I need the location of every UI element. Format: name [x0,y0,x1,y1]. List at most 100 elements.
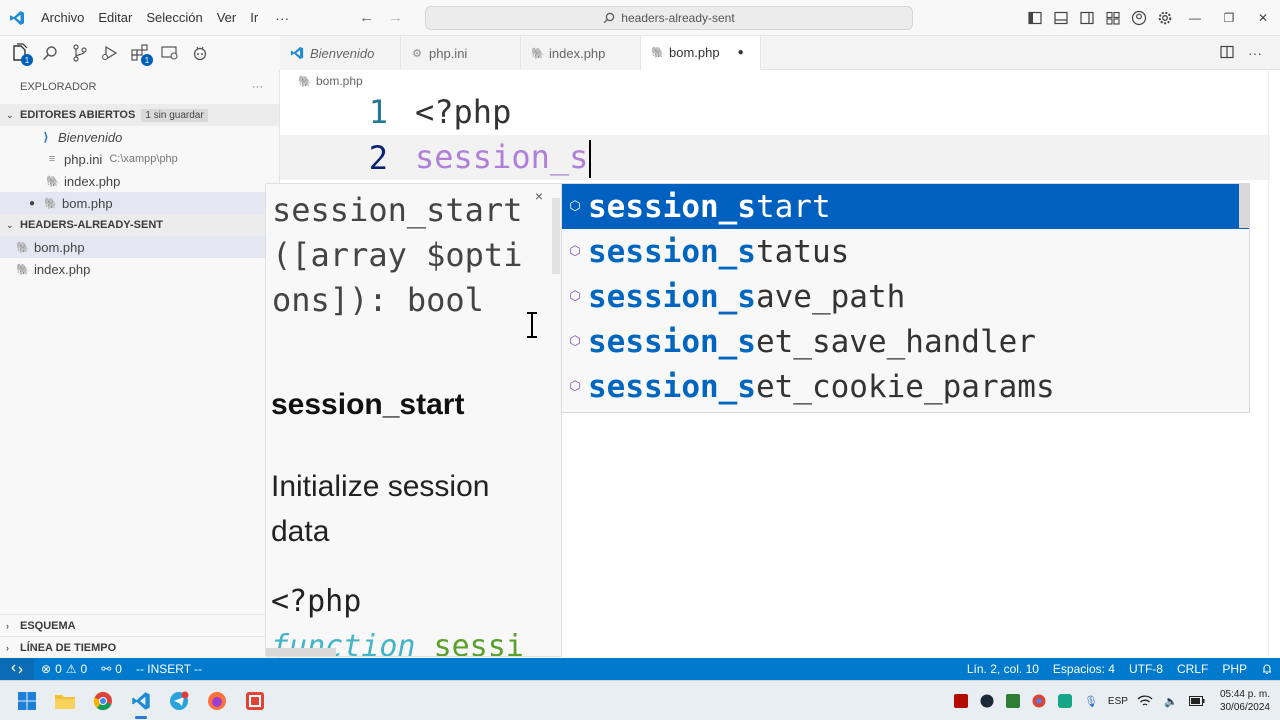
file-item-index-php[interactable]: 🐘 index.php [0,258,279,280]
source-control-icon[interactable] [68,39,92,67]
language-mode[interactable]: PHP [1215,662,1254,676]
unsaved-badge: 1 sin guardar [141,108,208,122]
split-editor-icon[interactable] [1220,45,1234,62]
suggestion-rest: et_cookie_params [755,368,1055,405]
warning-count: 0 [80,662,88,676]
docs-scrollbar[interactable] [552,198,560,274]
customize-layout-icon[interactable] [1100,0,1126,36]
sidebar: EXPLORADOR ··· ⌄ EDITORES ABIERTOS 1 sin… [0,70,280,658]
php-file-icon: 🐘 [44,197,58,210]
maximize-icon[interactable]: ❐ [1212,0,1246,36]
open-editor-label: php.ini [64,151,103,167]
account-icon[interactable] [1126,0,1152,36]
editor-scrollbar[interactable] [1268,70,1280,658]
cursor-position[interactable]: Lín. 2, col. 10 [960,662,1046,676]
adobe-tray-icon[interactable] [952,692,970,710]
minimize-icon[interactable]: — [1178,0,1212,36]
microphone-icon[interactable]: 🎙 [1082,692,1100,710]
unsaved-dot-icon[interactable]: ● [26,198,38,209]
vscode-taskbar-icon[interactable] [122,681,160,720]
system-clock[interactable]: 05:44 p. m. 30/06/2024 [1220,688,1270,714]
remote-explorer-icon[interactable] [158,39,182,67]
toggle-secondary-sidebar-icon[interactable] [1074,0,1100,36]
extensions-badge: 1 [141,54,153,66]
wifi-icon[interactable] [1136,692,1154,710]
gear-icon[interactable] [1152,0,1178,36]
indentation[interactable]: Espacios: 4 [1046,662,1122,676]
suggestion-item[interactable]: ⬡ session_s ave_path [562,274,1249,319]
open-editors-section[interactable]: ⌄ EDITORES ABIERTOS 1 sin guardar [0,104,279,126]
tab-bom-php[interactable]: 🐘 bom.php ● [641,36,761,70]
text-cursor-ibeam-icon [525,312,539,338]
more-actions-icon[interactable]: ··· [1248,45,1262,61]
windows-start-icon[interactable] [8,681,46,720]
suggestions-scrollbar[interactable] [1239,184,1249,228]
tab-bienvenido[interactable]: Bienvenido [280,36,401,70]
open-editor-item-index-php[interactable]: 🐘 index.php [0,170,279,192]
problems-indicator[interactable]: ⊗ 0 ⚠ 0 [34,662,94,676]
telegram-icon[interactable] [160,681,198,720]
explorer-icon[interactable]: 1 [8,39,33,67]
menu-more-button[interactable]: ··· [265,10,299,26]
app-green-tray-icon[interactable] [1004,692,1022,710]
chrome-tray-icon[interactable] [1030,692,1048,710]
open-editor-item-bienvenido[interactable]: ⟩ Bienvenido [0,126,279,148]
open-editor-item-bom-php[interactable]: ● 🐘 bom.php [0,192,279,214]
forward-arrow-icon[interactable]: → [388,9,403,26]
steam-tray-icon[interactable] [978,692,996,710]
end-of-line[interactable]: CRLF [1170,662,1215,676]
tab-label: php.ini [429,45,468,61]
remote-indicator-icon[interactable] [0,658,34,680]
menu-seleccion[interactable]: Selección [139,0,209,36]
menu-archivo[interactable]: Archivo [34,0,91,36]
volume-icon[interactable]: 🔈 [1162,692,1180,710]
folder-section[interactable]: ⌄ HEADERS-ALREADY-SENT [0,214,279,236]
toggle-sidebar-icon[interactable] [1022,0,1048,36]
function-cube-icon: ⬡ [569,334,581,349]
tab-php-ini[interactable]: ⚙ php.ini [401,36,521,70]
ports-indicator[interactable]: ⚯ 0 [94,662,129,676]
suggestion-item[interactable]: ⬡ session_s et_cookie_params [562,364,1249,409]
code-line[interactable]: 1 <?php [280,89,1270,134]
back-arrow-icon[interactable]: ← [359,9,374,26]
menu-editar[interactable]: Editar [91,0,139,36]
input-language[interactable]: ESP [1108,696,1128,707]
suggestion-item[interactable]: ⬡ session_s et_save_handler [562,319,1249,364]
battery-icon[interactable] [1188,692,1206,710]
explorer-badge: 1 [21,54,33,66]
chevron-down-icon: ⌄ [6,109,14,120]
chrome-icon[interactable] [84,681,122,720]
breadcrumb-file[interactable]: bom.php [316,74,363,88]
encoding[interactable]: UTF-8 [1122,662,1170,676]
menu-ir[interactable]: Ir [243,0,265,36]
notifications-bell-icon[interactable] [1254,663,1280,675]
outline-section[interactable]: › ESQUEMA [0,614,279,636]
line-number: 2 [368,138,388,177]
file-item-bom-php[interactable]: 🐘 bom.php [0,236,279,258]
suggestion-item[interactable]: ⬡ session_s tatus [562,229,1249,274]
search-icon[interactable] [38,39,62,67]
extensions-icon[interactable]: 1 [128,39,153,67]
docs-horizontal-scrollbar[interactable] [266,648,336,656]
suggestion-match: session_s [588,188,756,225]
timeline-section[interactable]: › LÍNEA DE TIEMPO [0,636,279,658]
close-window-icon[interactable]: ✕ [1246,0,1280,36]
run-debug-icon[interactable] [98,39,122,67]
tab-index-php[interactable]: 🐘 index.php [521,36,641,70]
command-center-search[interactable]: headers-already-sent [425,6,913,30]
menu-ver[interactable]: Ver [210,0,244,36]
firefox-icon[interactable] [198,681,236,720]
app-red-icon[interactable] [236,681,274,720]
toggle-panel-icon[interactable] [1048,0,1074,36]
suggestion-item[interactable]: ⬡ session_s tart [562,184,1249,229]
close-icon[interactable]: × [535,188,543,204]
code-line-current[interactable]: 2 session_s [280,135,1270,180]
open-editor-item-php-ini[interactable]: ≡ php.ini C:\xampp\php [0,148,279,170]
editor-tabs: Bienvenido ⚙ php.ini 🐘 index.php 🐘 bom.p… [280,36,1280,70]
unsaved-dot-icon[interactable]: ● [738,47,744,58]
sidebar-more-button[interactable]: ··· [252,81,263,93]
suggestion-match: session_s [588,368,756,405]
copilot-icon[interactable] [188,39,212,67]
app-teal-tray-icon[interactable] [1056,692,1074,710]
file-explorer-icon[interactable] [46,681,84,720]
